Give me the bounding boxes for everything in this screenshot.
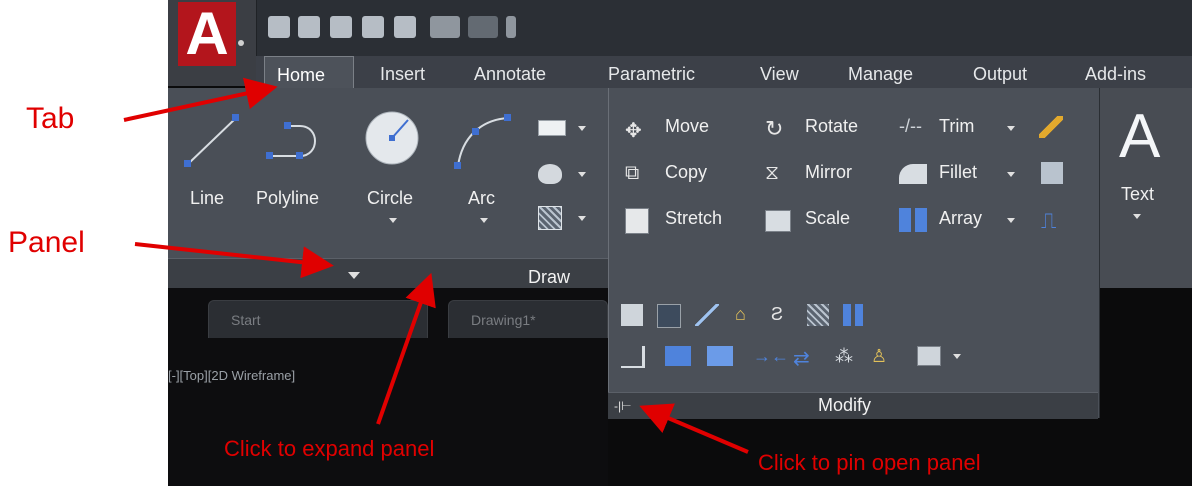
arrow-to-pin	[639, 403, 749, 454]
arrow-to-expand	[376, 272, 436, 425]
arrow-to-tab	[123, 77, 278, 122]
arrow-to-panel	[134, 242, 334, 279]
annotation-arrows	[123, 77, 749, 454]
